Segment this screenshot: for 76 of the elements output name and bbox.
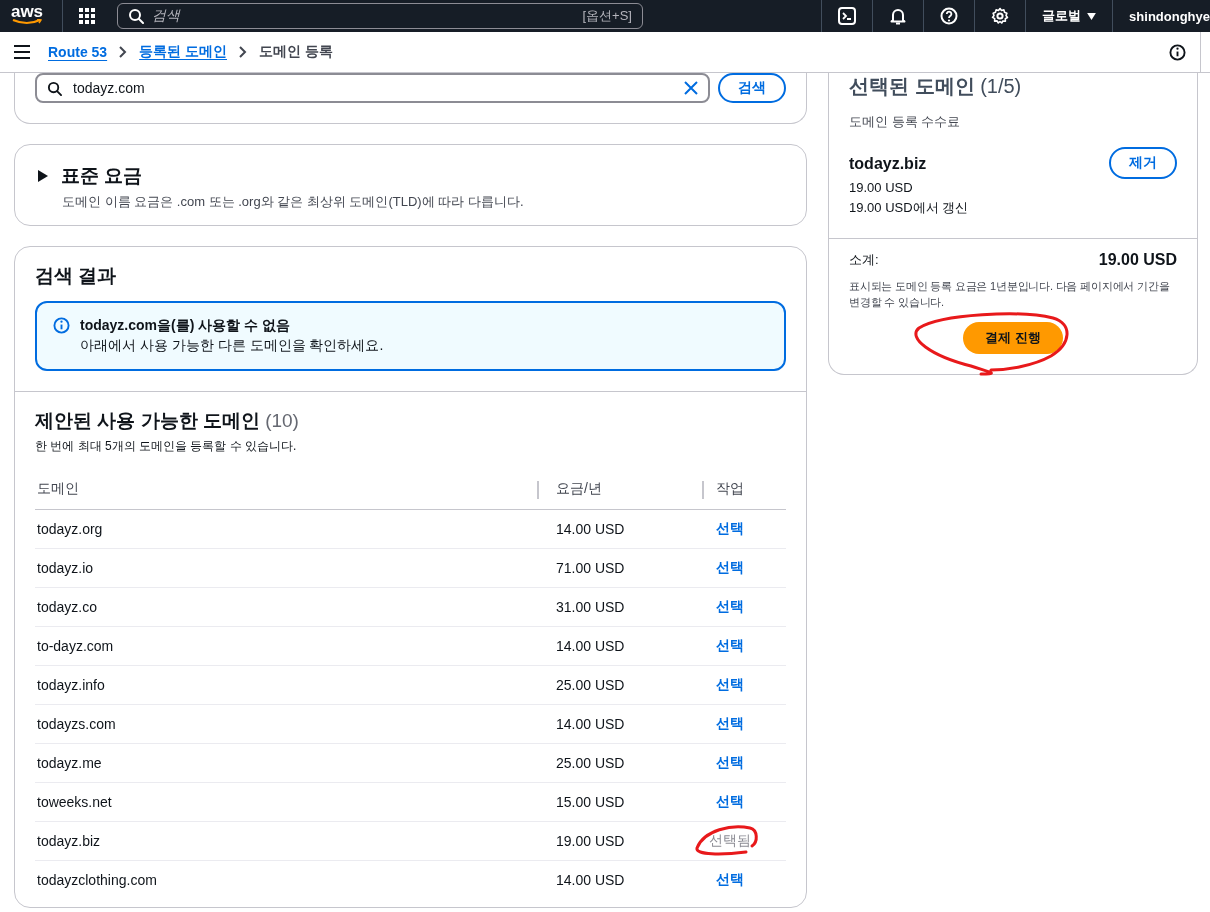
info-icon[interactable] [1169,43,1186,61]
shortcut-hint: [옵션+S] [582,7,632,25]
section-description: 한 번에 최대 5개의 도메인을 등록할 수 있습니다. [35,438,298,455]
subtotal-amount: 19.00 USD [1098,251,1177,269]
domain-price: 19.00 USD [849,179,914,197]
chevron-right-icon [239,46,247,58]
selected-domain-name: todayz.biz [849,155,928,173]
price-cell: 19.00 USD [537,821,702,861]
selected-label: 선택됨 [709,832,751,848]
chevron-right-icon [119,46,128,58]
select-link[interactable]: 선택 [716,793,744,809]
domain-cell: todayz.me [35,743,537,783]
price-cell: 14.00 USD [537,860,702,899]
search-field[interactable]: 검색 [옵션+S] [117,3,643,29]
section-heading: 제안된 사용 가능한 도메인 (10) [35,409,300,433]
price-cell: 14.00 USD [537,704,702,744]
select-link[interactable]: 선택 [716,637,744,653]
domain-search-field[interactable]: todayz.com [35,73,710,103]
breadcrumb-link[interactable]: Route 53 [48,44,108,60]
terminal-icon[interactable] [838,7,857,25]
notification-bell-icon[interactable] [889,7,908,25]
search-icon [128,8,144,24]
checkout-button[interactable]: 결제 진행 [963,322,1063,354]
breadcrumb-link[interactable]: 등록된 도메인 [139,43,227,61]
domain-cell: todayz.org [35,509,537,549]
domain-cell: todayzclothing.com [35,860,537,899]
price-cell: 14.00 USD [537,509,702,549]
domain-cell: todayz.biz [35,821,537,861]
domain-cell: todayz.io [35,548,537,588]
select-link[interactable]: 선택 [716,871,744,887]
search-icon [47,81,62,96]
remove-button[interactable]: 제거 [1109,147,1177,179]
renewal-price: 19.00 USD에서 갱신 [849,199,969,217]
alert-message: 아래에서 사용 가능한 다른 도메인을 확인하세요. [80,337,384,355]
panel-heading: 선택된 도메인 (1/5) [848,74,1023,97]
pricing-note: 표시되는 도메인 등록 요금은 1년분입니다. 다음 페이지에서 기간을 변경할 수 있습니다. [849,279,1171,310]
domain-cell: todayzs.com [35,704,537,744]
domain-cell: todayz.info [35,665,537,705]
select-link[interactable]: 선택 [716,598,744,614]
price-cell: 25.00 USD [537,743,702,783]
clear-icon[interactable] [684,81,698,95]
aws-logo[interactable]: aws [8,3,46,25]
select-link[interactable]: 선택 [716,559,744,575]
breadcrumb-current: 도메인 등록 [259,43,333,61]
price-cell: 25.00 USD [537,665,702,705]
alert-title: todayz.com을(를) 사용할 수 없음 [80,317,291,335]
domain-cell: to-dayz.com [35,626,537,666]
pricing-toggle[interactable]: 표준 요금 [37,163,786,189]
price-cell: 31.00 USD [537,587,702,627]
smile-icon [12,18,42,25]
region-menu[interactable]: 글로벌 [1025,0,1113,32]
section-heading: 검색 결과 [35,264,118,288]
domain-cell: toweeks.net [35,782,537,822]
info-icon [53,317,70,334]
menu-icon[interactable] [14,45,30,59]
select-link[interactable]: 선택 [716,754,744,770]
domain-cell: todayz.co [35,587,537,627]
price-cell: 15.00 USD [537,782,702,822]
caret-right-icon [37,170,49,182]
column-header: 요금/년 [556,480,602,496]
pricing-description: 도메인 이름 요금은 .com 또는 .org와 같은 최상위 도메인(TLD)에 따라 다릅니다. [62,193,525,211]
price-cell: 14.00 USD [537,626,702,666]
select-link[interactable]: 선택 [716,715,744,731]
column-header: 도메인 [37,480,79,496]
select-link[interactable]: 선택 [716,520,744,536]
account-menu[interactable]: shindonghye [1112,0,1210,32]
settings-icon[interactable] [991,7,1010,25]
caret-down-icon [1087,12,1097,20]
price-cell: 71.00 USD [537,548,702,588]
search-button[interactable]: 검색 [718,73,786,103]
help-icon[interactable] [940,7,959,25]
column-header: 작업 [716,480,744,496]
apps-grid-icon[interactable] [79,8,95,24]
select-link[interactable]: 선택 [716,676,744,692]
subtotal-label: 소계: [849,251,879,269]
fee-label: 도메인 등록 수수료 [848,113,962,131]
